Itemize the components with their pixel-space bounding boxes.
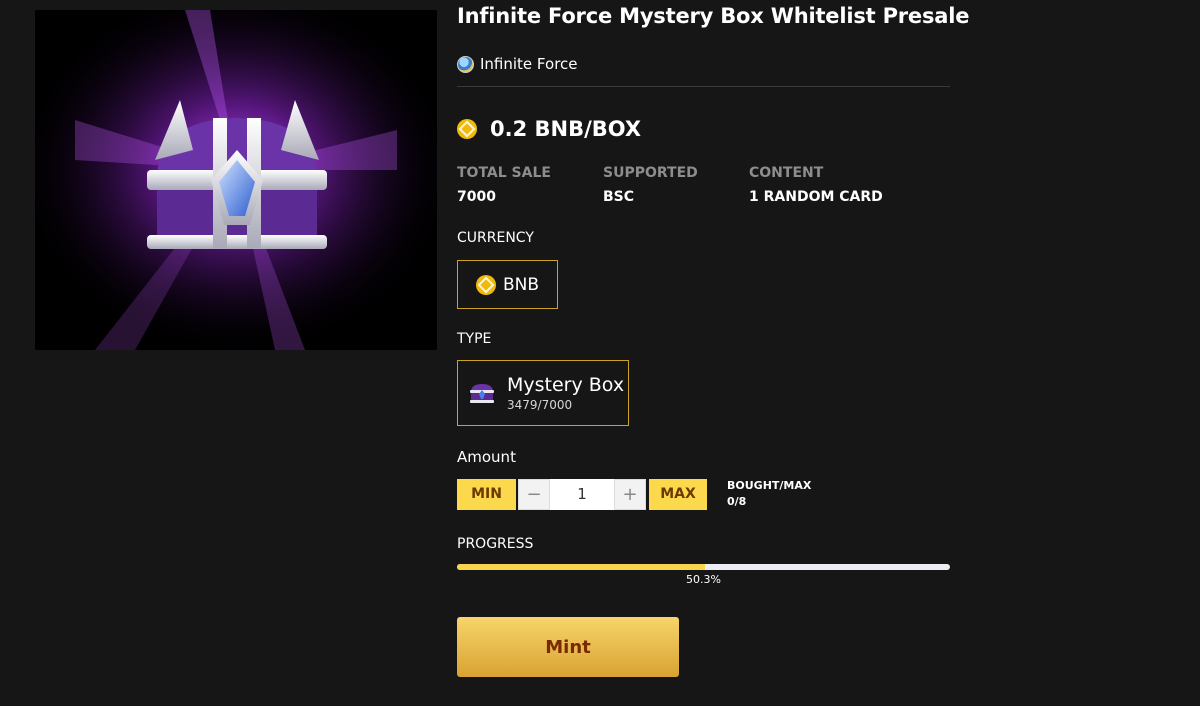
decrement-button[interactable]: −: [518, 478, 550, 510]
bnb-coin-icon: [475, 274, 496, 295]
type-label: TYPE: [457, 331, 492, 347]
page-title: Infinite Force Mystery Box Whitelist Pre…: [457, 4, 970, 28]
progress-label: PROGRESS: [457, 536, 534, 552]
stats-row: TOTAL SALE 7000 SUPPORTED BSC CONTENT 1 …: [457, 164, 895, 206]
quantity-input[interactable]: 1: [550, 478, 614, 510]
stat-label: TOTAL SALE: [457, 165, 551, 181]
stat-label: CONTENT: [749, 165, 824, 181]
stat-supported: SUPPORTED BSC: [603, 164, 749, 206]
creator-name: Infinite Force: [480, 55, 578, 73]
divider: [457, 86, 950, 87]
type-info: Mystery Box 3479/7000: [507, 374, 624, 412]
currency-option-label: BNB: [502, 274, 540, 295]
type-count: 3479/7000: [507, 398, 573, 412]
increment-button[interactable]: +: [614, 478, 646, 510]
price-value: 0.2 BNB/BOX: [490, 117, 642, 141]
amount-controls: MIN − 1 + MAX BOUGHT/MAX 0/8: [457, 478, 811, 510]
progress-percent: 50.3%: [686, 573, 721, 586]
stat-label: SUPPORTED: [603, 165, 698, 181]
type-name: Mystery Box: [507, 374, 625, 396]
product-image: [35, 10, 437, 350]
max-button[interactable]: MAX: [649, 478, 707, 510]
quantity-stepper: − 1 +: [518, 478, 646, 510]
creator-link[interactable]: Infinite Force: [457, 55, 578, 73]
stat-value: 1 RANDOM CARD: [749, 189, 883, 205]
chest-icon: [470, 384, 494, 403]
stat-total-sale: TOTAL SALE 7000: [457, 164, 603, 206]
type-option-mystery-box[interactable]: Mystery Box 3479/7000: [457, 360, 629, 426]
mint-button[interactable]: Mint: [457, 617, 679, 677]
currency-label: CURRENCY: [457, 230, 534, 246]
bought-label: BOUGHT/MAX: [727, 479, 812, 492]
bought-info: BOUGHT/MAX 0/8: [727, 478, 811, 510]
progress-fill: [457, 564, 705, 570]
bought-value: 0/8: [727, 495, 747, 508]
creator-avatar-icon: [457, 55, 474, 73]
bnb-coin-icon: [457, 119, 477, 139]
stat-value: BSC: [603, 189, 635, 205]
currency-option-bnb[interactable]: BNB: [457, 260, 558, 309]
min-button[interactable]: MIN: [457, 478, 516, 510]
stat-content: CONTENT 1 RANDOM CARD: [749, 164, 895, 206]
amount-label: Amount: [457, 448, 516, 466]
price: 0.2 BNB/BOX: [457, 117, 641, 141]
stat-value: 7000: [457, 189, 496, 205]
progress-bar: [457, 564, 950, 570]
